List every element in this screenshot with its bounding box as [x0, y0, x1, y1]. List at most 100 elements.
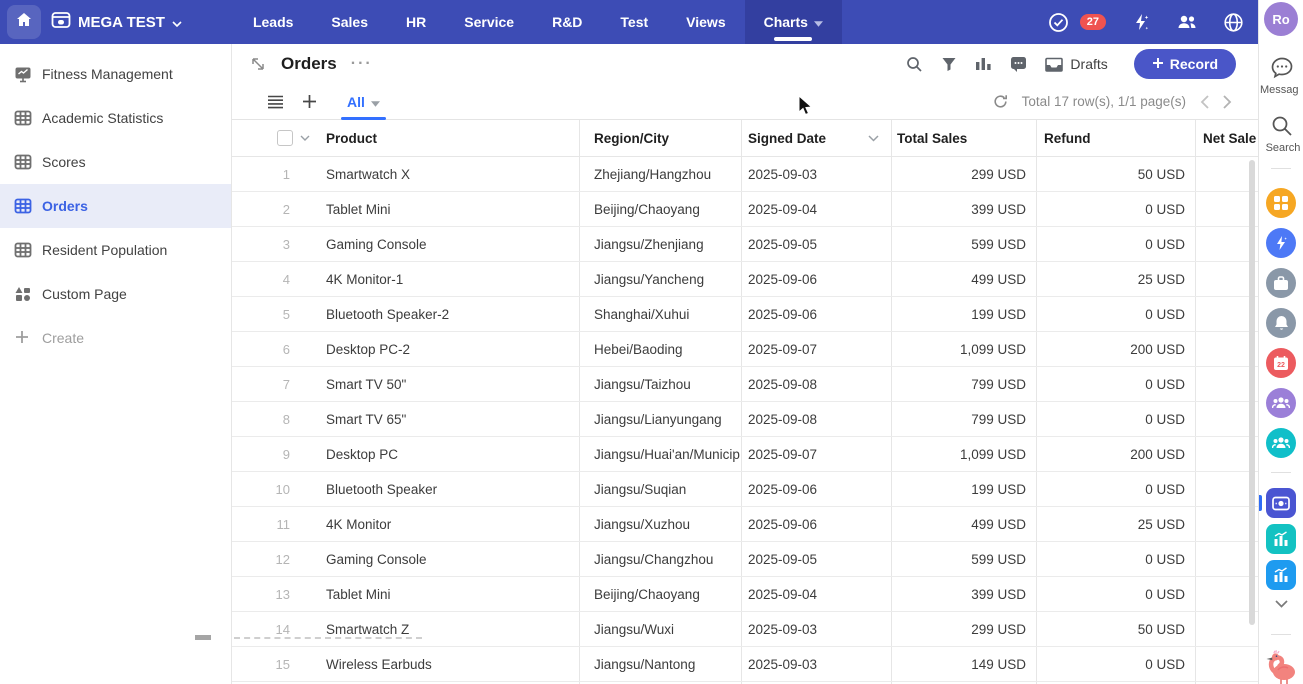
search-icon[interactable] — [906, 56, 923, 73]
cell-region[interactable]: Jiangsu/Wuxi — [580, 612, 742, 646]
menu-item-charts[interactable]: Charts — [745, 0, 842, 44]
cell-product[interactable]: Tablet Mini — [318, 577, 580, 611]
chart-teal-app-icon[interactable] — [1266, 524, 1296, 554]
column-header-total-sales[interactable]: Total Sales — [892, 120, 1037, 156]
sidebar-item-orders[interactable]: Orders — [0, 184, 231, 228]
cell-date[interactable]: 2025-09-08 — [742, 367, 892, 401]
cell-net[interactable] — [1196, 647, 1258, 681]
cell-date[interactable]: 2025-09-04 — [742, 192, 892, 226]
cell-num[interactable]: 3 — [232, 227, 318, 261]
cell-region[interactable]: Jiangsu/Taizhou — [580, 367, 742, 401]
cell-refund[interactable]: 0 USD — [1037, 297, 1196, 331]
cell-region[interactable]: Jiangsu/Changzhou — [580, 542, 742, 576]
cell-date[interactable]: 2025-09-05 — [742, 542, 892, 576]
cell-product[interactable]: Bluetooth Speaker-2 — [318, 297, 580, 331]
cell-total[interactable]: 399 USD — [892, 577, 1037, 611]
cell-total[interactable]: 299 USD — [892, 157, 1037, 191]
column-header-net-sale[interactable]: Net Sale — [1196, 120, 1258, 156]
cell-total[interactable]: 499 USD — [892, 262, 1037, 296]
add-record-dashed-row[interactable] — [234, 637, 422, 639]
view-tab-all[interactable]: All — [341, 84, 386, 119]
menu-item-leads[interactable]: Leads — [234, 0, 312, 44]
members-icon[interactable] — [1176, 13, 1198, 31]
cell-product[interactable]: Gaming Console — [318, 542, 580, 576]
cell-num[interactable]: 11 — [232, 507, 318, 541]
team-teal-icon[interactable] — [1266, 428, 1296, 458]
cell-num[interactable]: 6 — [232, 332, 318, 366]
cell-date[interactable]: 2025-09-06 — [742, 297, 892, 331]
cell-total[interactable]: 599 USD — [892, 542, 1037, 576]
cell-num[interactable]: 2 — [232, 192, 318, 226]
table-row[interactable]: 5Bluetooth Speaker-2Shanghai/Xuhui2025-0… — [232, 297, 1258, 332]
cell-product[interactable]: Gaming Console — [318, 227, 580, 261]
cell-region[interactable]: Shanghai/Xuhui — [580, 297, 742, 331]
cell-product[interactable]: Smart TV 65" — [318, 402, 580, 436]
cell-refund[interactable]: 200 USD — [1037, 332, 1196, 366]
menu-item-service[interactable]: Service — [445, 0, 533, 44]
cell-refund[interactable]: 0 USD — [1037, 402, 1196, 436]
cell-num[interactable]: 14 — [232, 612, 318, 646]
cell-num[interactable]: 5 — [232, 297, 318, 331]
cell-region[interactable]: Beijing/Chaoyang — [580, 577, 742, 611]
cell-refund[interactable]: 25 USD — [1037, 507, 1196, 541]
cell-date[interactable]: 2025-09-05 — [742, 227, 892, 261]
table-row[interactable]: 2Tablet MiniBeijing/Chaoyang2025-09-0439… — [232, 192, 1258, 227]
sidebar-create-button[interactable]: Create — [0, 316, 231, 360]
cell-product[interactable]: Smart TV 50" — [318, 367, 580, 401]
cell-product[interactable]: 4K Monitor — [318, 507, 580, 541]
avatar[interactable]: Ro — [1264, 2, 1298, 36]
cell-date[interactable]: 2025-09-03 — [742, 612, 892, 646]
flamingo-mascot[interactable] — [1265, 648, 1299, 684]
cell-refund[interactable]: 0 USD — [1037, 472, 1196, 506]
cell-product[interactable]: Wireless Earbuds — [318, 647, 580, 681]
comment-icon[interactable] — [1010, 56, 1027, 72]
cell-refund[interactable]: 200 USD — [1037, 437, 1196, 471]
cell-total[interactable]: 199 USD — [892, 297, 1037, 331]
cell-refund[interactable]: 25 USD — [1037, 262, 1196, 296]
cell-num[interactable]: 13 — [232, 577, 318, 611]
sidebar-item-scores[interactable]: Scores — [0, 140, 231, 184]
cell-product[interactable]: Smartwatch X — [318, 157, 580, 191]
sidebar-item-academic-statistics[interactable]: Academic Statistics — [0, 96, 231, 140]
table-row[interactable]: 6Desktop PC-2Hebei/Baoding2025-09-071,09… — [232, 332, 1258, 367]
cell-region[interactable]: Jiangsu/Nantong — [580, 647, 742, 681]
cell-total[interactable]: 1,099 USD — [892, 437, 1037, 471]
table-row[interactable]: 10Bluetooth SpeakerJiangsu/Suqian2025-09… — [232, 472, 1258, 507]
home-button[interactable] — [7, 5, 41, 39]
table-row[interactable]: 15Wireless EarbudsJiangsu/Nantong2025-09… — [232, 647, 1258, 682]
cell-region[interactable]: Jiangsu/Xuzhou — [580, 507, 742, 541]
select-all-checkbox[interactable] — [277, 130, 293, 146]
cell-date[interactable]: 2025-09-06 — [742, 507, 892, 541]
menu-item-hr[interactable]: HR — [387, 0, 445, 44]
add-record-button[interactable]: Record — [1134, 49, 1236, 79]
table-row[interactable]: 44K Monitor-1Jiangsu/Yancheng2025-09-064… — [232, 262, 1258, 297]
more-menu-icon[interactable]: ··· — [351, 55, 373, 73]
cell-region[interactable]: Zhejiang/Hangzhou — [580, 157, 742, 191]
search-icon[interactable] — [1259, 114, 1303, 138]
cell-refund[interactable]: 0 USD — [1037, 647, 1196, 681]
cell-region[interactable]: Beijing/Chaoyang — [580, 192, 742, 226]
apps-grid-icon[interactable] — [1266, 188, 1296, 218]
automation-bolt-icon[interactable] — [1131, 12, 1151, 32]
cell-total[interactable]: 399 USD — [892, 192, 1037, 226]
cell-region[interactable]: Jiangsu/Zhenjiang — [580, 227, 742, 261]
cell-num[interactable]: 15 — [232, 647, 318, 681]
cell-date[interactable]: 2025-09-07 — [742, 332, 892, 366]
cell-product[interactable]: Desktop PC — [318, 437, 580, 471]
menu-item-views[interactable]: Views — [667, 0, 744, 44]
cell-total[interactable]: 199 USD — [892, 472, 1037, 506]
drafts-button[interactable]: Drafts — [1045, 56, 1107, 72]
cell-num[interactable]: 9 — [232, 437, 318, 471]
cell-region[interactable]: Jiangsu/Lianyungang — [580, 402, 742, 436]
table-row[interactable]: 114K MonitorJiangsu/Xuzhou2025-09-06499 … — [232, 507, 1258, 542]
menu-item-sales[interactable]: Sales — [312, 0, 387, 44]
cell-num[interactable]: 4 — [232, 262, 318, 296]
cell-product[interactable]: Smartwatch Z — [318, 612, 580, 646]
table-row[interactable]: 14Smartwatch ZJiangsu/Wuxi2025-09-03299 … — [232, 612, 1258, 647]
sidebar-item-custom-page[interactable]: Custom Page — [0, 272, 231, 316]
cell-refund[interactable]: 0 USD — [1037, 542, 1196, 576]
globe-icon[interactable] — [1223, 12, 1244, 33]
cell-num[interactable]: 1 — [232, 157, 318, 191]
cell-product[interactable]: 4K Monitor-1 — [318, 262, 580, 296]
table-row[interactable]: 1Smartwatch XZhejiang/Hangzhou2025-09-03… — [232, 157, 1258, 192]
